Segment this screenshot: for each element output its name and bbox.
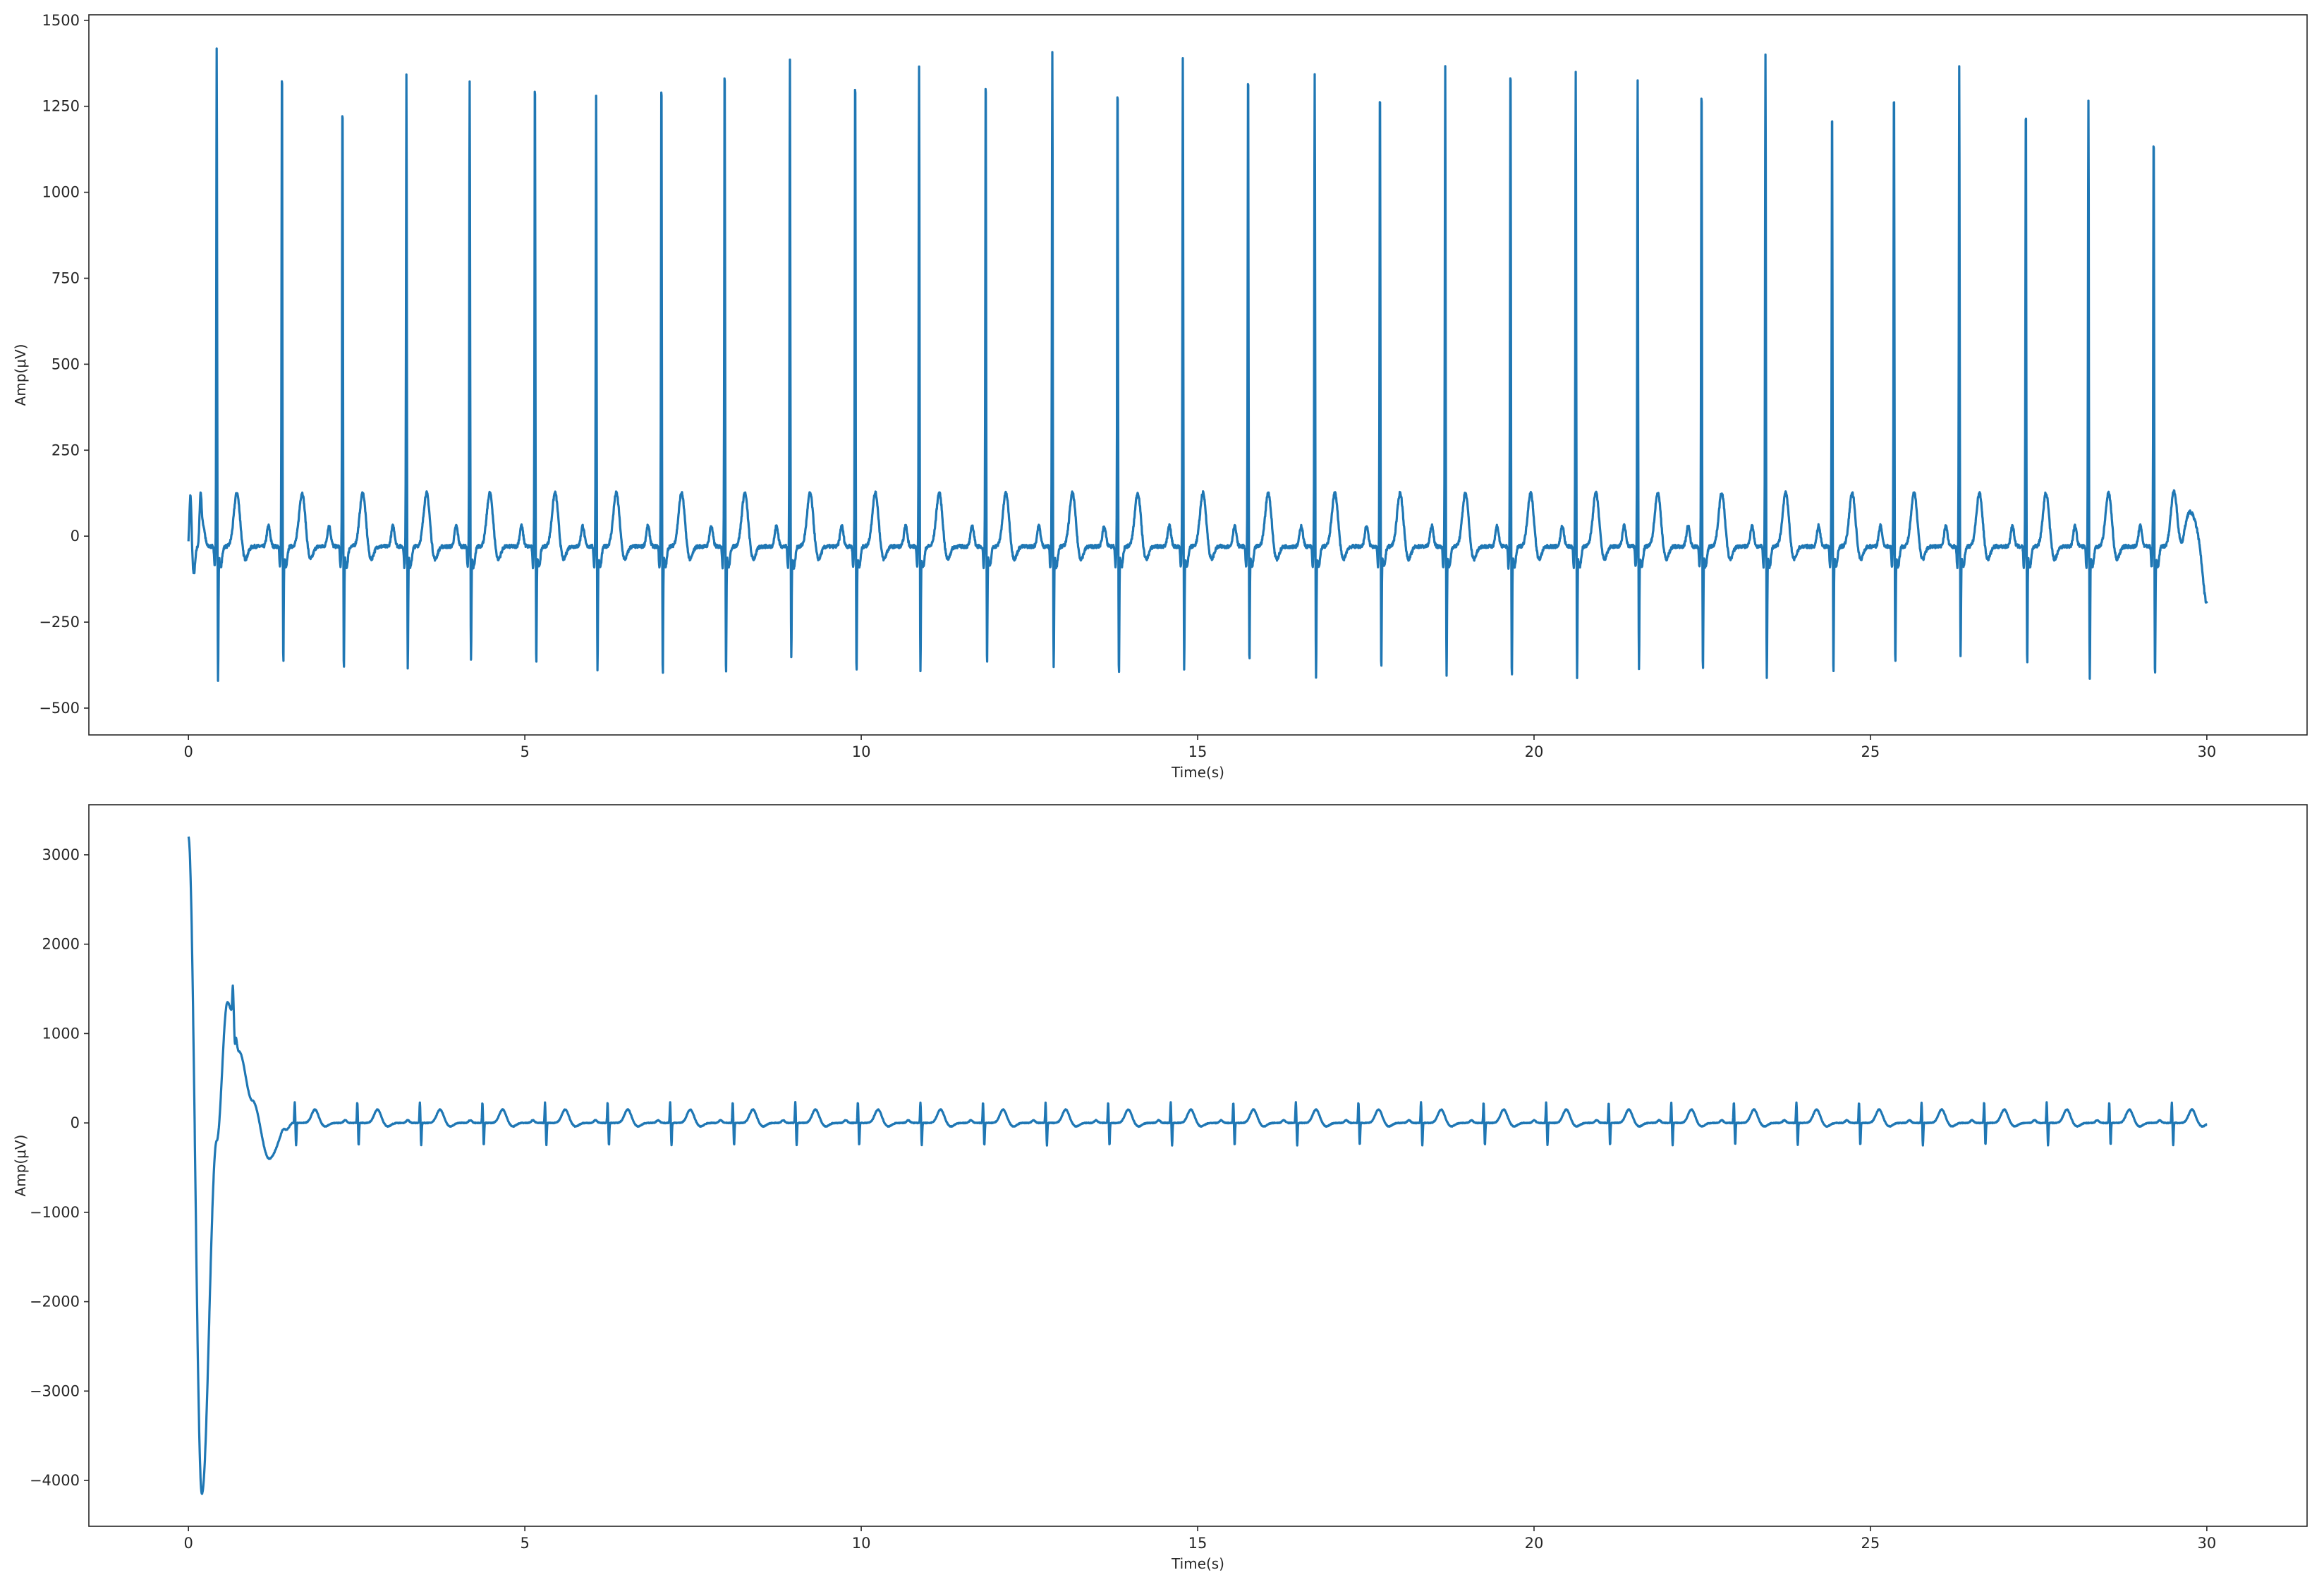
bottom-ecg-chart: 0 5 10 15 20 25 30 −4000 −3000 −2000 −1000 0 1000 200… [12, 804, 2308, 1572]
x-tick-label: 25 [1861, 743, 1880, 760]
x-tick-label: 0 [183, 1535, 193, 1552]
y-tick-label: −250 [39, 614, 80, 631]
x-tick-label: 5 [520, 743, 529, 760]
x-tick-label: 15 [1188, 1535, 1207, 1552]
y-tick-label: 0 [71, 1114, 80, 1131]
ecg-signal-line [187, 836, 2208, 1495]
y-tick-label: −1000 [30, 1204, 80, 1221]
y-tick-label: −2000 [30, 1294, 80, 1310]
x-axis-label: Time(s) [1171, 1555, 1224, 1572]
y-tick-label: 1000 [42, 184, 80, 201]
y-tick-label: 250 [51, 442, 80, 458]
ecg-figure: 0 5 10 15 20 25 30−500−25002505007501000125015… [12, 12, 2308, 1572]
y-tick-label: −4000 [30, 1472, 80, 1489]
top-ecg-chart: 0 5 10 15 20 25 30 −500 −250 0 250 500 750 1000 1250 15… [12, 12, 2308, 781]
y-axis-label: Amp(μV) [12, 1135, 29, 1197]
x-tick-label: 30 [2198, 743, 2217, 760]
x-tick-label: 20 [1525, 1535, 1544, 1552]
y-tick-label: −3000 [30, 1382, 80, 1399]
x-tick-label: 10 [852, 1535, 871, 1552]
y-tick-label: 2000 [42, 936, 80, 953]
y-tick-label: −500 [39, 700, 80, 717]
plot-frame [88, 804, 2308, 1527]
x-tick-label: 5 [520, 1535, 529, 1552]
x-tick-label: 25 [1861, 1535, 1880, 1552]
x-tick-label: 30 [2198, 1535, 2217, 1552]
y-tick-label: 750 [51, 269, 80, 286]
plot-frame [88, 14, 2308, 736]
y-tick-label: 1000 [42, 1025, 80, 1042]
x-tick-label: 10 [852, 743, 871, 760]
x-tick-label: 20 [1525, 743, 1544, 760]
y-tick-label: 3000 [42, 846, 80, 863]
y-tick-label: 0 [71, 528, 80, 544]
y-tick-label: 1250 [42, 98, 80, 115]
y-tick-label: 500 [51, 355, 80, 372]
ecg-signal-line [187, 47, 2208, 682]
x-axis-label: Time(s) [1171, 764, 1224, 781]
y-axis-label: Amp(μV) [12, 344, 29, 406]
y-tick-label: 1500 [42, 12, 80, 29]
x-tick-label: 15 [1188, 743, 1207, 760]
x-tick-label: 0 [183, 743, 193, 760]
